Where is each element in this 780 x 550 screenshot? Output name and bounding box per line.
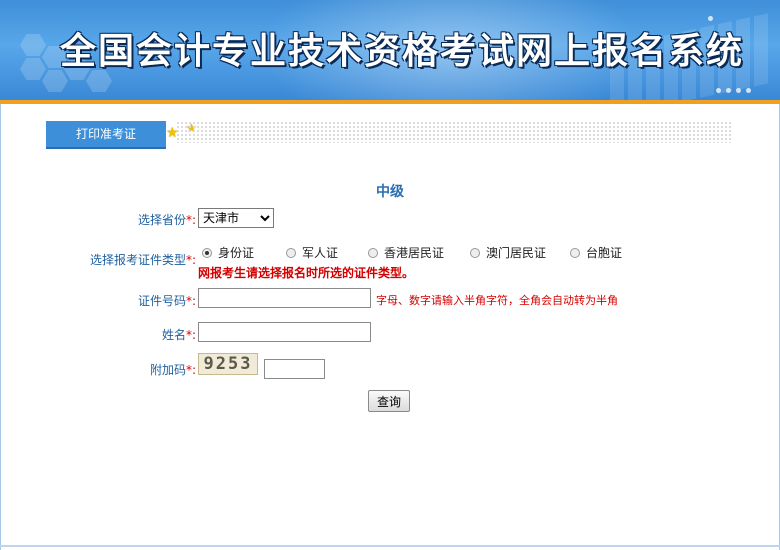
radio-button[interactable]: [286, 247, 296, 258]
required-mark: *:: [185, 294, 196, 308]
tab-strip-decoration: [176, 121, 732, 143]
radio-button[interactable]: [368, 247, 378, 258]
radio-button[interactable]: [570, 247, 580, 258]
query-button[interactable]: 查询: [368, 390, 410, 412]
header-banner: 全国会计专业技术资格考试网上报名系统: [0, 0, 780, 100]
radio-id-card[interactable]: 身份证: [202, 244, 254, 261]
dot-decoration: [736, 88, 741, 93]
radio-label: 香港居民证: [384, 246, 445, 260]
hex-decoration: [20, 58, 46, 80]
id-number-label-text: 证件号码: [137, 294, 186, 308]
radio-military-id[interactable]: 军人证: [286, 244, 338, 261]
required-mark: *:: [185, 363, 196, 377]
radio-hongkong-id[interactable]: 香港居民证: [368, 244, 444, 261]
name-label: 姓名*:: [90, 326, 196, 343]
id-number-hint: 字母、数字请输入半角字符，全角会自动转为半角: [376, 294, 618, 307]
dot-decoration: [746, 88, 751, 93]
dot-decoration: [726, 88, 731, 93]
radio-macau-id[interactable]: 澳门居民证: [470, 244, 546, 261]
captcha-image[interactable]: 9253: [198, 353, 258, 375]
required-mark: *:: [185, 328, 196, 342]
province-label-text: 选择省份: [137, 213, 186, 227]
exam-level-heading: 中级: [376, 184, 404, 200]
radio-button-selected[interactable]: [202, 247, 212, 258]
radio-label: 军人证: [302, 246, 339, 260]
dot-decoration: [716, 88, 721, 93]
hex-decoration: [20, 34, 46, 56]
system-title: 全国会计专业技术资格考试网上报名系统: [60, 30, 745, 72]
radio-label: 身份证: [218, 246, 255, 260]
tab-print-admission-ticket[interactable]: 打印准考证: [46, 121, 166, 149]
id-type-label-text: 选择报考证件类型: [89, 253, 186, 267]
id-type-radio-group: 身份证 军人证 香港居民证 澳门居民证 台胞证: [202, 244, 672, 262]
required-mark: *:: [185, 213, 196, 227]
frame-border-bottom: [0, 545, 780, 547]
radio-button[interactable]: [470, 247, 480, 258]
frame-border-left: [0, 104, 1, 550]
name-input[interactable]: [198, 322, 371, 342]
captcha-label-text: 附加码: [149, 363, 186, 377]
header-accent-bar: [0, 100, 780, 104]
id-type-warning: 网报考生请选择报名时所选的证件类型。: [198, 266, 415, 280]
radio-label: 澳门居民证: [486, 246, 547, 260]
captcha-label: 附加码*:: [90, 361, 196, 378]
captcha-input[interactable]: [264, 359, 325, 379]
id-number-input[interactable]: [198, 288, 371, 308]
id-type-label: 选择报考证件类型*:: [60, 251, 196, 268]
dot-decoration: [708, 16, 713, 21]
id-number-label: 证件号码*:: [90, 292, 196, 309]
province-label: 选择省份*:: [90, 211, 196, 228]
required-mark: *:: [185, 253, 196, 267]
radio-taiwan-compatriot-id[interactable]: 台胞证: [570, 244, 622, 261]
name-label-text: 姓名: [161, 328, 186, 342]
province-select[interactable]: 天津市: [198, 208, 274, 228]
radio-label: 台胞证: [586, 246, 623, 260]
